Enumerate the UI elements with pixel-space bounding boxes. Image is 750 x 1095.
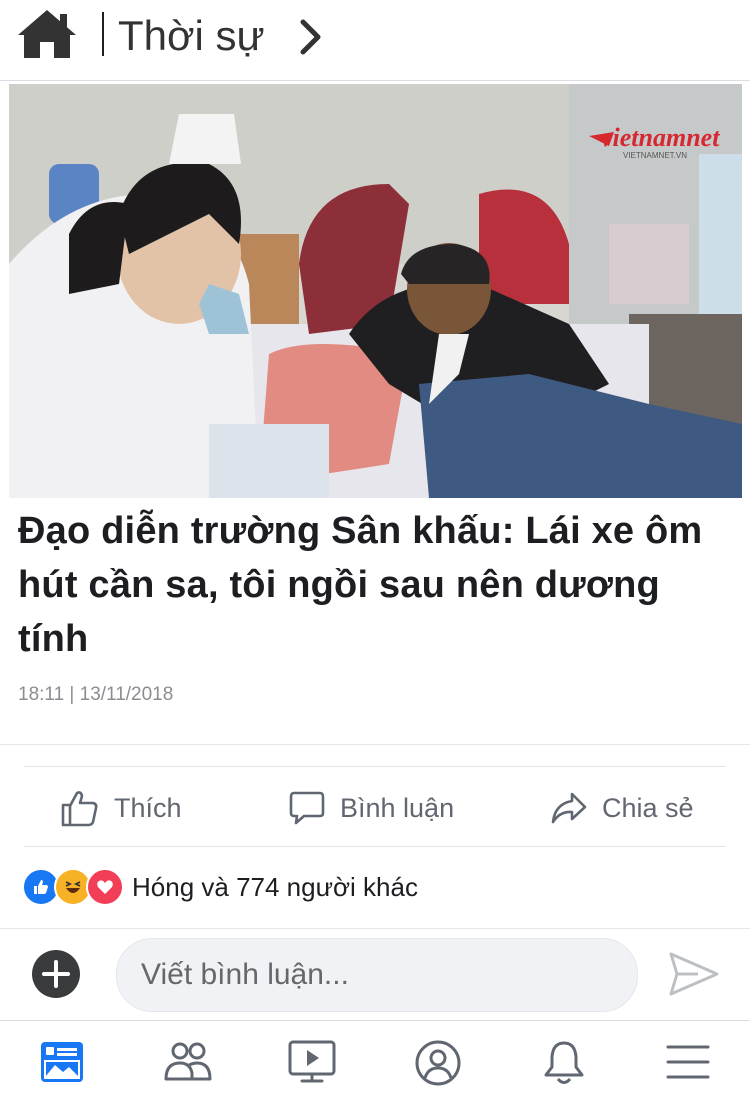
like-button[interactable]: Thích xyxy=(60,784,182,832)
plus-icon xyxy=(42,960,70,988)
nav-news-feed[interactable] xyxy=(32,1039,92,1091)
divider xyxy=(0,928,750,929)
menu-icon xyxy=(666,1045,710,1079)
profile-icon xyxy=(415,1040,461,1086)
add-attachment-button[interactable] xyxy=(32,950,80,998)
reactions-text: Hóng và 774 người khác xyxy=(132,871,418,902)
comment-bubble-icon xyxy=(289,791,325,825)
nav-profile[interactable] xyxy=(408,1039,468,1091)
send-icon[interactable] xyxy=(668,950,720,998)
nav-watch[interactable] xyxy=(282,1039,342,1091)
share-arrow-icon xyxy=(551,792,587,824)
svg-text:vietnamnet: vietnamnet xyxy=(601,123,720,152)
title-separator xyxy=(102,12,104,56)
article-image[interactable]: vietnamnet VIETNAMNET.VN xyxy=(9,84,742,498)
share-button[interactable]: Chia sẻ xyxy=(550,784,694,832)
like-label: Thích xyxy=(114,792,182,823)
comment-box[interactable] xyxy=(116,938,638,1012)
share-label: Chia sẻ xyxy=(602,792,694,823)
watch-icon xyxy=(288,1040,336,1083)
nav-notifications[interactable] xyxy=(534,1039,594,1091)
notifications-icon xyxy=(544,1041,584,1084)
divider xyxy=(0,744,750,745)
top-bar: Thời sự xyxy=(0,0,750,81)
nav-friends[interactable] xyxy=(158,1039,218,1091)
comment-button[interactable]: Bình luận xyxy=(288,784,454,832)
love-reaction-icon xyxy=(86,868,124,906)
article-timestamp: 18:11 | 13/11/2018 xyxy=(18,684,174,705)
section-title[interactable]: Thời sự xyxy=(118,10,265,62)
thumbs-up-icon xyxy=(61,791,98,827)
comment-input[interactable] xyxy=(141,939,611,1011)
divider xyxy=(24,846,726,847)
bottom-navigation xyxy=(0,1020,750,1095)
reactions-summary[interactable]: Hóng và 774 người khác xyxy=(22,868,418,906)
nav-menu[interactable] xyxy=(658,1039,718,1091)
chevron-right-icon[interactable] xyxy=(298,18,324,56)
news-feed-icon xyxy=(41,1042,83,1082)
svg-text:VIETNAMNET.VN: VIETNAMNET.VN xyxy=(623,151,687,160)
friends-icon xyxy=(164,1042,212,1081)
home-icon[interactable] xyxy=(16,8,78,60)
article-headline[interactable]: Đạo diễn trường Sân khấu: Lái xe ôm hút … xyxy=(18,504,730,666)
comment-label: Bình luận xyxy=(340,792,455,823)
divider xyxy=(24,766,726,767)
